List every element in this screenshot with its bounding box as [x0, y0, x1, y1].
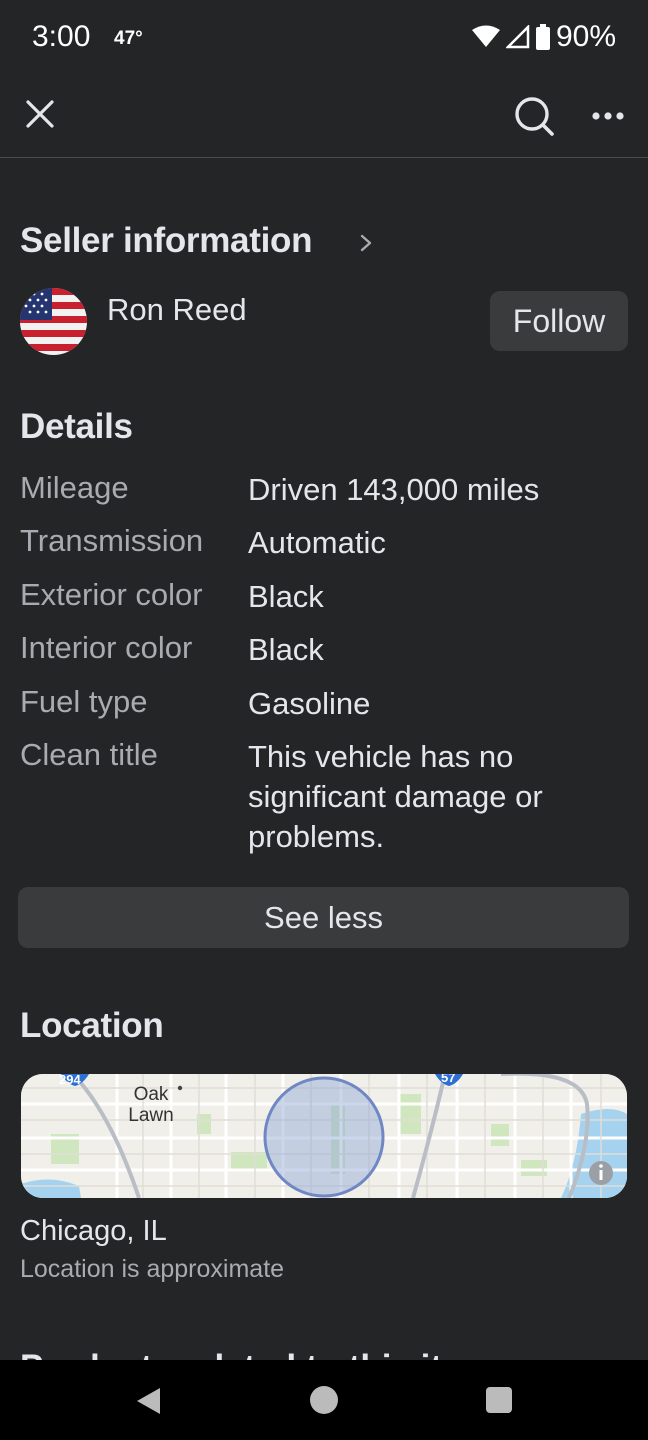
more-options-button[interactable] — [586, 96, 630, 136]
recents-icon[interactable] — [485, 1386, 513, 1414]
location-approximate-note: Location is approximate — [20, 1255, 285, 1283]
status-time: 3:00 — [32, 20, 91, 53]
map-highway-label-57: 57 — [441, 1074, 456, 1085]
search-icon — [515, 97, 554, 136]
seller-avatar[interactable] — [20, 288, 87, 355]
detail-label: Mileage — [20, 470, 129, 505]
back-icon[interactable] — [134, 1386, 164, 1416]
detail-label: Clean title — [20, 737, 158, 772]
detail-value: Black — [248, 632, 324, 667]
system-navigation-bar — [0, 1360, 648, 1440]
detail-label: Transmission — [20, 523, 204, 558]
signal-icon — [505, 25, 530, 49]
location-map[interactable]: 294 57 Oak Lawn — [21, 1074, 627, 1198]
close-button[interactable] — [18, 92, 62, 136]
seller-section-title[interactable]: Seller information — [20, 221, 312, 261]
detail-label: Exterior color — [20, 577, 203, 612]
detail-label: Interior color — [20, 630, 193, 665]
location-section-title: Location — [20, 1006, 164, 1045]
location-city: Chicago, IL — [20, 1215, 167, 1247]
status-icons: 90% — [471, 20, 616, 54]
close-icon — [26, 100, 54, 128]
battery-icon — [535, 24, 550, 50]
status-temperature: 47° — [114, 28, 143, 49]
wifi-icon — [471, 25, 500, 47]
detail-value: Driven 143,000 miles — [248, 472, 540, 507]
more-icon — [592, 112, 624, 120]
detail-value: Gasoline — [248, 686, 371, 721]
detail-value: Automatic — [248, 525, 386, 560]
home-icon[interactable] — [309, 1385, 339, 1415]
search-button[interactable] — [510, 92, 558, 140]
map-image — [21, 1074, 627, 1198]
related-products-section: Products related to this item — [20, 1340, 640, 1360]
status-bar: 3:00 47° 90% — [0, 0, 648, 78]
related-products-title: Products related to this item — [20, 1348, 640, 1360]
details-section-title: Details — [20, 407, 133, 446]
detail-value: Black — [248, 579, 324, 614]
detail-value: This vehicle has no significant damage o… — [248, 739, 543, 854]
flag-avatar-image — [20, 288, 87, 355]
seller-name[interactable]: Ron Reed — [107, 292, 247, 328]
see-less-button[interactable]: See less — [18, 887, 629, 948]
detail-label: Fuel type — [20, 684, 148, 719]
follow-button[interactable]: Follow — [490, 291, 628, 351]
map-highway-label-294: 294 — [59, 1074, 81, 1087]
map-place-label: Oak Lawn — [128, 1084, 174, 1126]
top-app-bar — [0, 78, 648, 158]
battery-percent: 90% — [555, 20, 616, 53]
chevron-right-icon[interactable] — [356, 232, 376, 254]
